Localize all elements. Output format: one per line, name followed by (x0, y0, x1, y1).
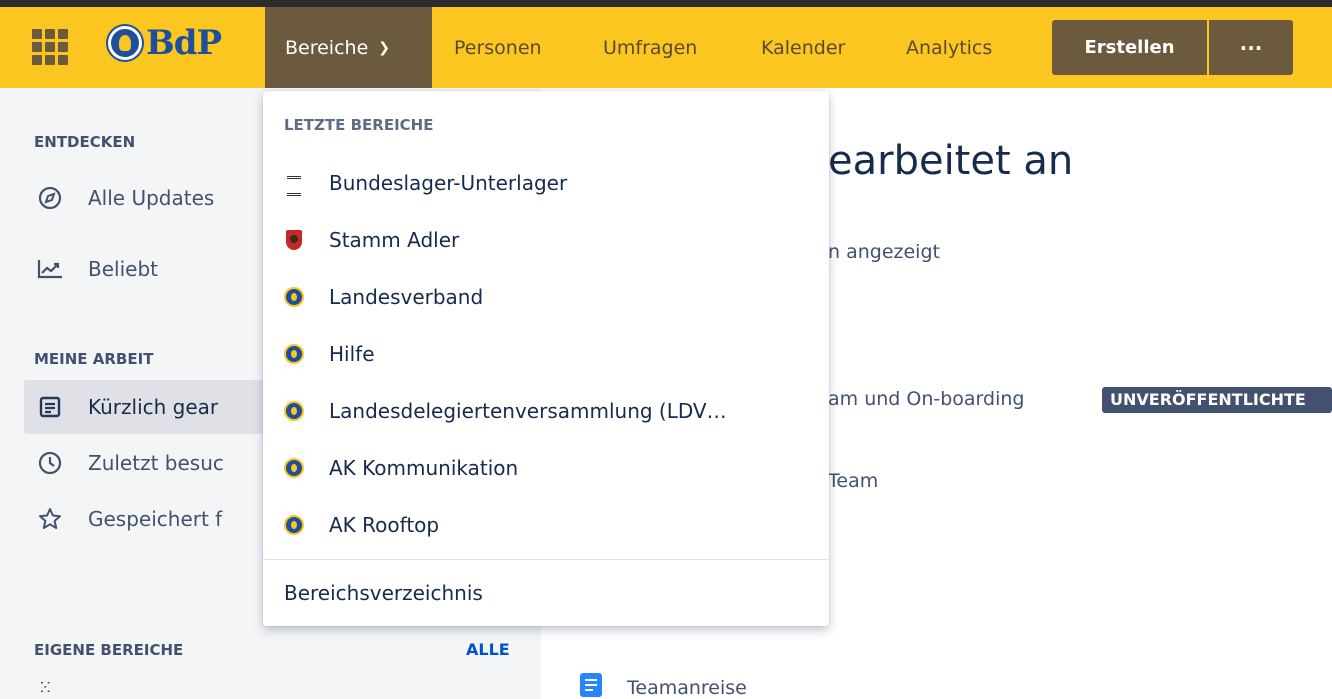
home-logo[interactable]: BdP (108, 21, 222, 65)
scout-logo-icon (283, 457, 305, 479)
space-item-label: Bundeslager-Unterlager (329, 171, 568, 195)
page-title: earbeitet an (828, 138, 1074, 184)
scout-logo-icon (283, 286, 305, 308)
space-item-label: Hilfe (329, 342, 375, 366)
space-item-bundeslager[interactable]: Bundeslager-Unterlager (263, 155, 829, 211)
all-spaces-link[interactable]: ALLE (466, 640, 510, 659)
document-icon (36, 393, 64, 421)
logo-wordmark: BdP (146, 23, 222, 63)
recent-spaces-heading: LETZTE BEREICHE (284, 116, 434, 134)
app-switcher-icon[interactable] (32, 27, 68, 65)
space-item-label: AK Rooftop (329, 513, 440, 537)
status-badge: UNVERÖFFENTLICHTE (1102, 387, 1332, 413)
list-item-title[interactable]: Teamanreise (627, 677, 747, 699)
section-title-own-spaces: EIGENE BEREICHE (34, 641, 184, 659)
nav-umfragen[interactable]: Umfragen (603, 37, 697, 59)
camp-icon (283, 172, 305, 196)
nav-bereiche[interactable]: Bereiche ❯ (265, 7, 432, 88)
sidebar-item-label: Alle Updates (88, 186, 215, 210)
spaces-dropdown-menu: LETZTE BEREICHE Bundeslager-Unterlager S… (263, 91, 829, 626)
space-item-ak-rooftop[interactable]: AK Rooftop (263, 497, 829, 553)
space-item-ldv[interactable]: Landesdelegiertenversammlung (LDV… (263, 383, 829, 439)
space-directory-link[interactable]: Bereichsverzeichnis (284, 581, 483, 605)
more-button[interactable]: ··· (1209, 20, 1293, 75)
space-item-stamm-adler[interactable]: Stamm Adler (263, 212, 829, 268)
trending-chart-icon (36, 255, 64, 283)
camp-icon: ⵘ (40, 680, 51, 696)
list-item-title[interactable]: Team (828, 470, 878, 492)
space-item-label: Landesverband (329, 285, 484, 309)
star-icon (36, 505, 64, 533)
sidebar-item-label: Gespeichert f (88, 507, 223, 531)
nav-personen[interactable]: Personen (454, 37, 542, 59)
space-item-hilfe[interactable]: Hilfe (263, 326, 829, 382)
space-item-landesverband[interactable]: Landesverband (263, 269, 829, 325)
menu-divider (263, 559, 829, 560)
nav-bereiche-label: Bereiche (285, 36, 369, 59)
top-navigation-bar: BdP Bereiche ❯ Personen Umfragen Kalende… (0, 0, 1332, 88)
shield-icon (283, 229, 305, 251)
scout-logo-icon (283, 400, 305, 422)
page-document-icon (580, 673, 602, 697)
sidebar-item-label: Zuletzt besuc (88, 451, 224, 475)
nav-analytics[interactable]: Analytics (906, 37, 992, 59)
space-item-label: Stamm Adler (329, 228, 460, 252)
space-item-ak-kommunikation[interactable]: AK Kommunikation (263, 440, 829, 496)
clock-icon (36, 449, 64, 477)
scout-logo-icon (108, 26, 142, 60)
compass-icon (36, 184, 64, 212)
sidebar-item-label: Beliebt (88, 257, 158, 281)
section-title-discover: ENTDECKEN (34, 133, 136, 151)
sidebar-item-label: Kürzlich gear (88, 395, 219, 419)
scout-logo-icon (283, 514, 305, 536)
scout-logo-icon (283, 343, 305, 365)
page-subtitle: n angezeigt (828, 241, 940, 263)
space-item-label: AK Kommunikation (329, 456, 519, 480)
section-title-my-work: MEINE ARBEIT (34, 350, 154, 368)
chevron-down-icon: ❯ (378, 39, 390, 56)
space-item-label: Landesdelegiertenversammlung (LDV… (329, 399, 727, 423)
list-item-title[interactable]: am und On-boarding (828, 388, 1024, 410)
nav-kalender[interactable]: Kalender (761, 37, 845, 59)
create-button[interactable]: Erstellen (1052, 20, 1207, 75)
